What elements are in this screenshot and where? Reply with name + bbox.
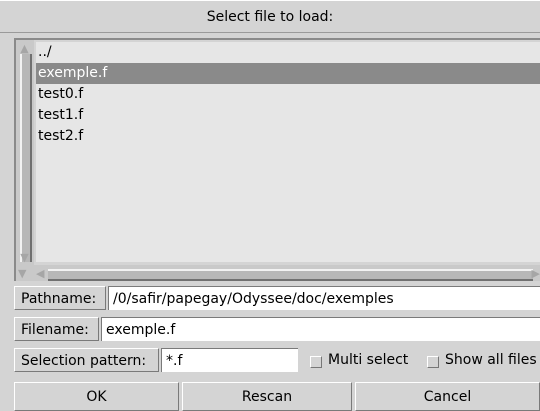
pattern-row: Selection pattern: *.f Multi select Show… — [14, 347, 540, 374]
file-list-panel: ▲ ▼ ../exemple.f test0.f test1.f test2.f ▼ … — [14, 38, 540, 281]
pathname-label: Pathname: — [14, 286, 106, 310]
file-list[interactable]: ../exemple.f test0.f test1.f test2.f — [36, 42, 540, 262]
pathname-input[interactable]: /0/safir/papegay/Odyssee/doc/exemples — [108, 286, 540, 310]
scroll-right-icon[interactable]: ▶ — [532, 267, 540, 280]
horizontal-scrollbar[interactable]: ▼ ◀ ▶ — [16, 265, 540, 281]
file-list-item[interactable]: test1.f — [36, 105, 540, 126]
filename-input[interactable]: exemple.f — [101, 317, 540, 341]
filename-label: Filename: — [14, 317, 99, 341]
file-dialog: Select file to load: ▲ ▼ ../exemple.f tes… — [0, 0, 540, 411]
vertical-scroll-thumb[interactable] — [20, 54, 32, 262]
dialog-title: Select file to load: — [0, 0, 540, 33]
selection-pattern-label: Selection pattern: — [14, 348, 159, 372]
filename-row: Filename: exemple.f — [14, 316, 540, 343]
vertical-scrollbar[interactable]: ▲ ▼ — [16, 40, 34, 266]
file-list-item[interactable]: test2.f — [36, 126, 540, 147]
scroll-down-icon[interactable]: ▼ — [18, 267, 26, 280]
file-list-item[interactable]: test0.f — [36, 84, 540, 105]
cancel-button[interactable]: Cancel — [355, 382, 540, 411]
pathname-row: Pathname: /0/safir/papegay/Odyssee/doc/e… — [14, 285, 540, 312]
file-list-item[interactable]: ../ — [36, 42, 540, 63]
ok-button[interactable]: OK — [14, 382, 179, 411]
file-list-item[interactable]: exemple.f — [36, 63, 540, 84]
selection-pattern-input[interactable]: *.f — [161, 348, 298, 372]
rescan-button[interactable]: Rescan — [182, 382, 352, 411]
horizontal-scroll-thumb[interactable] — [48, 269, 533, 281]
scroll-down-icon[interactable]: ▼ — [18, 251, 31, 264]
show-all-files-checkbox[interactable] — [427, 356, 439, 368]
multi-select-checkbox[interactable] — [310, 356, 322, 368]
show-all-files-label[interactable]: Show all files — [445, 348, 537, 372]
scroll-left-icon[interactable]: ◀ — [36, 267, 44, 280]
multi-select-label[interactable]: Multi select — [328, 348, 408, 372]
